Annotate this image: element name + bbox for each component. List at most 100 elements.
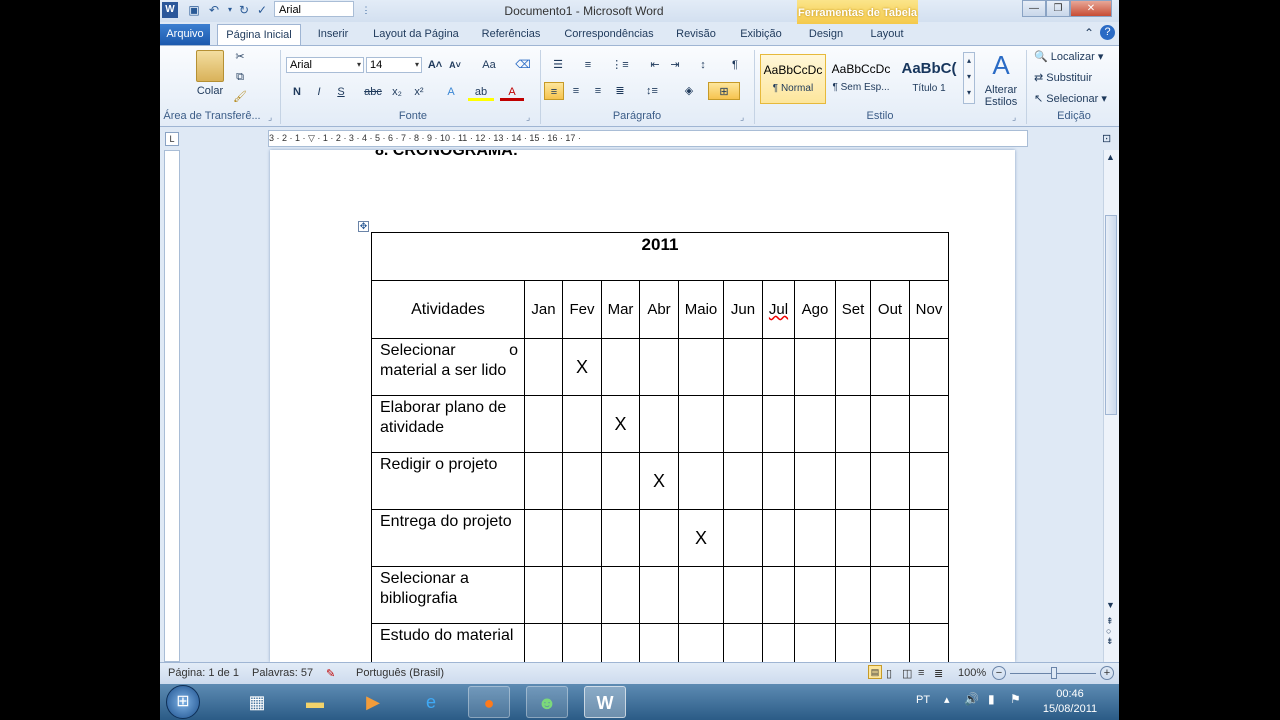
table-cell[interactable] bbox=[909, 452, 949, 510]
clipboard-launcher-icon[interactable]: ⌟ bbox=[268, 112, 272, 123]
table-cell[interactable] bbox=[678, 452, 724, 510]
text-effects-icon[interactable]: A bbox=[440, 83, 462, 101]
activity-cell[interactable]: Entrega do projeto bbox=[371, 509, 525, 567]
month-header[interactable]: Abr bbox=[639, 280, 679, 339]
outline-icon[interactable]: ≡ bbox=[918, 667, 924, 679]
table-cell[interactable] bbox=[835, 338, 871, 396]
table-cell[interactable] bbox=[870, 509, 910, 567]
table-cell[interactable]: X bbox=[678, 509, 724, 567]
customize-qat-icon[interactable]: ⋮ bbox=[358, 2, 374, 18]
italic-button[interactable]: I bbox=[310, 83, 328, 101]
table-cell[interactable] bbox=[524, 338, 563, 396]
clock[interactable]: 00:46 15/08/2011 bbox=[1035, 687, 1105, 717]
styles-launcher-icon[interactable]: ⌟ bbox=[1012, 112, 1016, 123]
table-cell[interactable] bbox=[678, 338, 724, 396]
table-cell[interactable] bbox=[639, 395, 679, 453]
align-left-icon[interactable]: ≡ bbox=[544, 82, 564, 100]
month-header[interactable]: Maio bbox=[678, 280, 724, 339]
table-cell[interactable] bbox=[524, 623, 563, 662]
show-marks-button[interactable]: ¶ bbox=[726, 56, 744, 74]
media-player-icon[interactable]: ▶ bbox=[352, 686, 394, 718]
vertical-ruler[interactable] bbox=[164, 150, 180, 662]
table-cell[interactable] bbox=[723, 338, 763, 396]
tab-insert[interactable]: Inserir bbox=[308, 24, 358, 45]
table-cell[interactable] bbox=[639, 338, 679, 396]
table-cell[interactable] bbox=[794, 623, 836, 662]
zoom-slider-thumb[interactable] bbox=[1051, 667, 1057, 679]
styles-scroll[interactable]: ▴ ▾ ▾ bbox=[963, 52, 975, 104]
style-no-spacing[interactable]: AaBbCcDc ¶ Sem Esp... bbox=[828, 54, 894, 104]
sort-icon[interactable]: ↕ bbox=[694, 56, 712, 74]
month-header[interactable]: Jun bbox=[723, 280, 763, 339]
tab-layout[interactable]: Layout bbox=[860, 24, 914, 45]
table-move-handle-icon[interactable]: ✥ bbox=[358, 221, 369, 232]
horizontal-ruler[interactable]: 3 · 2 · 1 · ▽ · 1 · 2 · 3 · 4 · 5 · 6 · … bbox=[268, 130, 1028, 147]
table-cell[interactable] bbox=[601, 452, 640, 510]
month-header[interactable]: Fev bbox=[562, 280, 602, 339]
table-cell[interactable] bbox=[909, 395, 949, 453]
tab-references[interactable]: Referências bbox=[476, 24, 546, 45]
table-cell[interactable] bbox=[723, 566, 763, 624]
subscript-button[interactable]: x₂ bbox=[388, 83, 406, 101]
year-header[interactable]: 2011 bbox=[371, 232, 949, 281]
table-cell[interactable] bbox=[524, 452, 563, 510]
close-button[interactable]: ✕ bbox=[1070, 0, 1112, 17]
table-cell[interactable] bbox=[794, 338, 836, 396]
multilevel-list-icon[interactable]: ⋮≡ bbox=[608, 56, 632, 74]
tab-home[interactable]: Página Inicial bbox=[217, 24, 301, 45]
full-screen-reading-icon[interactable]: ▯ bbox=[886, 667, 892, 680]
tab-selector[interactable]: L bbox=[165, 132, 179, 146]
table-cell[interactable] bbox=[835, 623, 871, 662]
table-cell[interactable] bbox=[870, 566, 910, 624]
month-header[interactable]: Jul bbox=[762, 280, 795, 339]
draft-icon[interactable]: ≣ bbox=[934, 667, 943, 680]
table-cell[interactable] bbox=[835, 452, 871, 510]
tab-file[interactable]: Arquivo bbox=[160, 24, 210, 45]
paragraph-launcher-icon[interactable]: ⌟ bbox=[740, 112, 744, 123]
view-ruler-icon[interactable]: ⊡ bbox=[1102, 132, 1111, 145]
align-center-icon[interactable]: ≡ bbox=[566, 82, 586, 100]
folder-icon[interactable]: ▬ bbox=[294, 686, 336, 718]
clear-formatting-icon[interactable]: ⌫ bbox=[514, 56, 532, 74]
shrink-font-button[interactable]: A˅ bbox=[446, 56, 464, 74]
undo-icon[interactable]: ↶ bbox=[206, 2, 222, 18]
tab-review[interactable]: Revisão bbox=[670, 24, 722, 45]
font-launcher-icon[interactable]: ⌟ bbox=[526, 112, 530, 123]
copy-icon[interactable]: ⧉ bbox=[232, 68, 248, 86]
select-button[interactable]: ↖ Selecionar ▾ bbox=[1034, 92, 1107, 105]
highlight-icon[interactable]: ab bbox=[468, 83, 494, 101]
activity-cell[interactable]: Selecionar o material a ser lido bbox=[371, 338, 525, 396]
month-header[interactable]: Set bbox=[835, 280, 871, 339]
borders-icon[interactable]: ⊞ bbox=[708, 82, 740, 100]
style-heading-1[interactable]: AaBbC( Título 1 bbox=[896, 54, 962, 104]
table-cell[interactable] bbox=[794, 395, 836, 453]
scrollbar-thumb[interactable] bbox=[1105, 215, 1117, 415]
format-painter-icon[interactable]: 🖌 bbox=[232, 88, 248, 106]
table-cell[interactable] bbox=[723, 623, 763, 662]
table-cell[interactable] bbox=[524, 509, 563, 567]
table-cell[interactable] bbox=[762, 452, 795, 510]
table-cell[interactable] bbox=[601, 509, 640, 567]
table-cell[interactable] bbox=[794, 509, 836, 567]
table-cell[interactable] bbox=[909, 566, 949, 624]
tray-expand-icon[interactable]: ▴ bbox=[944, 693, 950, 706]
change-case-button[interactable]: Aa bbox=[476, 56, 502, 74]
zoom-in-icon[interactable]: + bbox=[1100, 666, 1114, 680]
browse-object-icon[interactable]: ⇞ ○ ⇟ bbox=[1106, 616, 1114, 646]
table-cell[interactable] bbox=[762, 623, 795, 662]
table-cell[interactable] bbox=[794, 566, 836, 624]
month-header[interactable]: Out bbox=[870, 280, 910, 339]
document-page[interactable]: 8. CRONOGRAMA: ✥ 2011 Atividades Jan Fev… bbox=[270, 150, 1015, 662]
table-cell[interactable] bbox=[639, 623, 679, 662]
paste-icon[interactable] bbox=[196, 50, 224, 82]
table-cell[interactable] bbox=[601, 338, 640, 396]
redo-icon[interactable]: ↻ bbox=[236, 2, 252, 18]
table-cell[interactable] bbox=[723, 452, 763, 510]
find-button[interactable]: 🔍 Localizar ▾ bbox=[1034, 50, 1103, 63]
minimize-ribbon-icon[interactable]: ⌃ bbox=[1084, 26, 1094, 40]
table-cell[interactable] bbox=[762, 566, 795, 624]
network-icon[interactable]: ▮ bbox=[988, 692, 995, 706]
month-header[interactable]: Jan bbox=[524, 280, 563, 339]
messenger-icon[interactable]: ☻ bbox=[526, 686, 568, 718]
font-name-combo[interactable]: Arial ▾ bbox=[286, 57, 364, 73]
